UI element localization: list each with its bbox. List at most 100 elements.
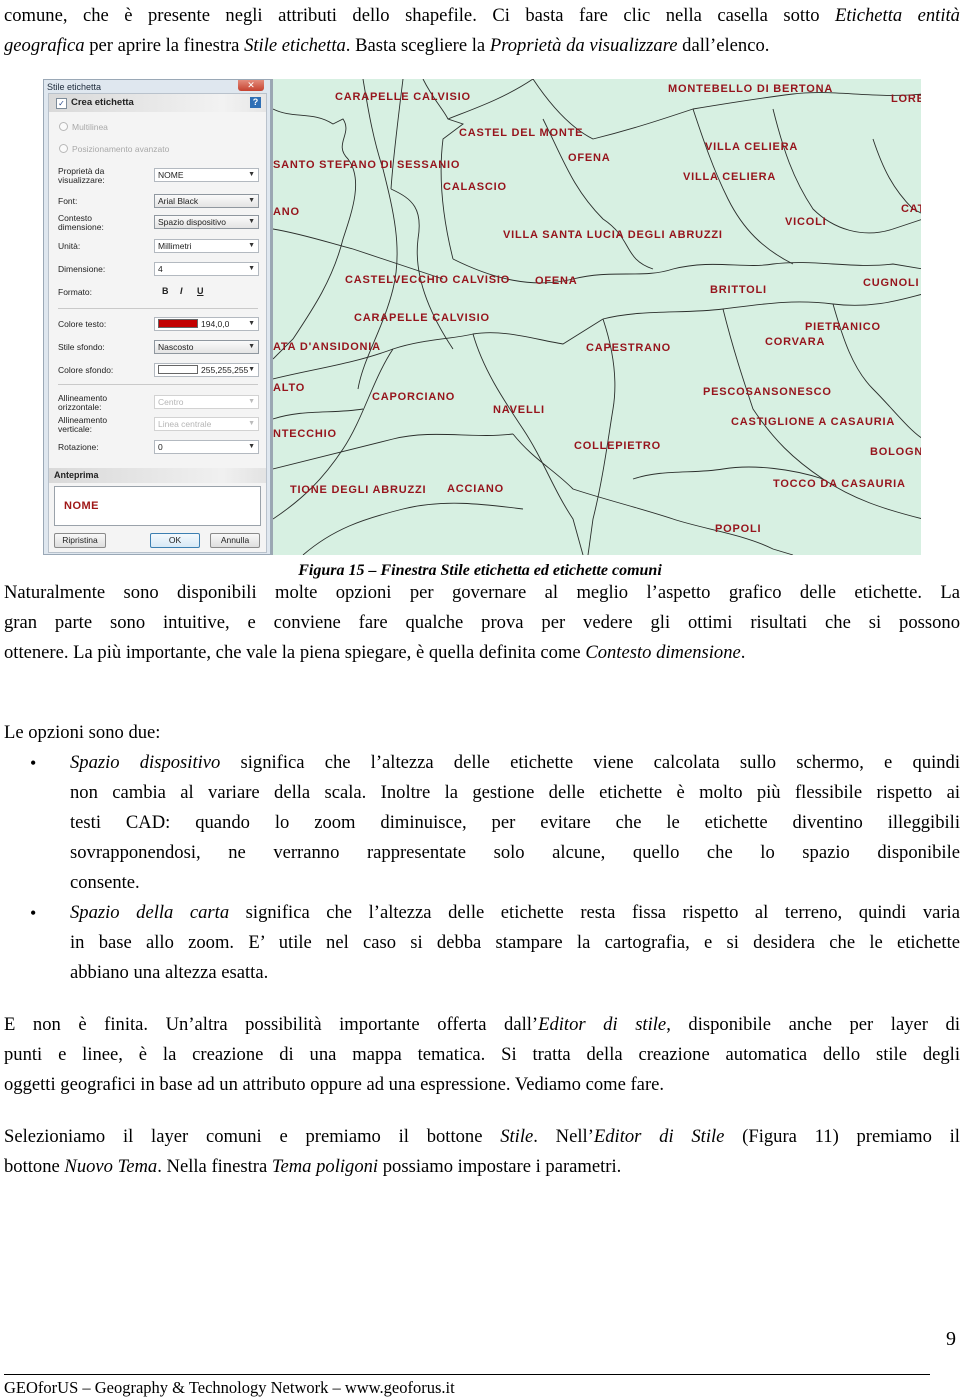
unit-select[interactable]: Millimetri ▼ <box>154 239 259 253</box>
text: significa che l’altezza delle etichette … <box>220 752 960 773</box>
footer-divider <box>4 1374 930 1375</box>
footer: GEOforUS – Geography & Technology Networ… <box>4 1378 455 1397</box>
text: significa che l’altezza delle etichette … <box>229 902 960 923</box>
italic-term: Spazio dispositivo <box>70 752 221 773</box>
town-label: CALASCIO <box>443 181 507 193</box>
bg-color-swatch <box>158 365 198 374</box>
select-value: 4 <box>158 264 163 274</box>
preview-header: Anteprima <box>49 468 266 483</box>
town-label: ANO <box>273 206 300 218</box>
radio-icon <box>59 122 68 131</box>
town-label: TIONE DEGLI ABRUZZI <box>290 484 427 496</box>
font-label: Font: <box>58 196 78 206</box>
para1-line-1: Naturalmente sono disponibili molte opzi… <box>4 582 960 603</box>
town-label: NAVELLI <box>493 404 545 416</box>
reset-button[interactable]: Ripristina <box>54 533 106 548</box>
town-label: ACCIANO <box>447 483 504 495</box>
boundary-line <box>273 108 357 360</box>
italic-term: geografica <box>4 35 85 56</box>
v-align-label: Allineamento verticale: <box>58 415 108 434</box>
bg-color-picker[interactable]: 255,255,255 ▼ <box>154 363 259 377</box>
label-style-dialog: Stile etichetta ✕ ✓ Crea etichetta ? Mul… <box>43 79 271 555</box>
rotation-select[interactable]: 0 ▼ <box>154 440 259 454</box>
town-label: MONTEBELLO DI BERTONA <box>668 83 834 95</box>
bg-color-label: Colore sfondo: <box>58 365 114 375</box>
town-label: CARAPELLE CALVISIO <box>335 91 471 103</box>
town-label: SANTO STEFANO DI SESSANIO <box>273 159 461 171</box>
close-icon[interactable]: ✕ <box>238 80 264 91</box>
bg-style-select[interactable]: Nascosto ▼ <box>154 340 259 354</box>
context-label: Contesto dimensione: <box>58 213 104 232</box>
bullet1-line-4: sovrapponendosi, ne verranno rappresenta… <box>70 842 960 863</box>
text: bottone <box>4 1156 65 1177</box>
chevron-down-icon: ▼ <box>248 218 255 225</box>
create-label-text: Crea etichetta <box>71 97 134 108</box>
size-select[interactable]: 4 ▼ <box>154 262 259 276</box>
map-view[interactable]: CARAPELLE CALVISIO MONTEBELLO DI BERTONA L… <box>271 79 921 555</box>
boundary-line <box>542 118 654 270</box>
town-label: BOLOGN <box>870 446 921 458</box>
unit-label: Unità: <box>58 241 81 251</box>
v-align-select[interactable]: Linea centrale ▼ <box>154 417 259 431</box>
text-color-picker[interactable]: 194,0,0 ▼ <box>154 317 259 331</box>
boundary-line <box>472 333 584 555</box>
property-select[interactable]: NOME ▼ <box>154 168 259 182</box>
italic-term: Nuovo Tema <box>64 1156 158 1177</box>
town-label: COLLEPIETRO <box>574 440 662 452</box>
italic-term: Proprietà da visualizzare <box>489 35 678 56</box>
town-label: VILLA SANTA LUCIA DEGLI ABRUZZI <box>503 229 723 241</box>
bold-button[interactable]: B <box>162 286 169 296</box>
text: Selezioniamo il layer comuni e premiamo … <box>4 1126 501 1147</box>
intro-line-2: geografica per aprire la finestra Stile … <box>4 31 960 61</box>
town-label: CARAPELLE CALVISIO <box>354 312 490 324</box>
boundary-line <box>512 433 794 555</box>
town-label: CASTELVECCHIO CALVISIO <box>345 274 511 286</box>
italic-term: Stile <box>500 1126 534 1147</box>
bullet2-line-2: in base allo zoom. E’ utile nel caso si … <box>70 932 960 953</box>
town-label: CASTEL DEL MONTE <box>459 127 584 139</box>
italic-term: Tema poligoni <box>271 1156 379 1177</box>
radio-multiline[interactable]: Multilinea <box>59 122 108 132</box>
town-label: LORE <box>891 93 921 105</box>
text: . Nell’ <box>533 1126 594 1147</box>
font-select[interactable]: Arial Black ▼ <box>154 194 259 208</box>
town-label: ALTO <box>273 382 306 394</box>
text: ottenere. La più importante, che vale la… <box>4 642 586 663</box>
town-label: BRITTOLI <box>710 284 767 296</box>
text: comune, che è presente negli attributi d… <box>4 5 836 26</box>
town-label: CAPORCIANO <box>372 391 456 403</box>
radio-icon <box>59 144 68 153</box>
para1-line-3: ottenere. La più importante, che vale la… <box>4 638 960 668</box>
select-value: 0 <box>158 442 163 452</box>
select-value: Arial Black <box>158 196 199 206</box>
town-label: CORVARA <box>765 336 826 348</box>
boundary-line <box>587 318 616 555</box>
size-label: Dimensione: <box>58 264 106 274</box>
town-label: VILLA CELIERA <box>705 141 799 153</box>
underline-button[interactable]: U <box>197 286 204 296</box>
cancel-button[interactable]: Annulla <box>210 533 260 548</box>
italic-button[interactable]: I <box>180 286 183 296</box>
town-label: TOCCO DA CASAURIA <box>773 478 906 490</box>
para2-line-3: oggetti geografici in base ad un attribu… <box>4 1074 665 1095</box>
select-value: Centro <box>158 397 184 407</box>
help-icon[interactable]: ? <box>250 97 261 108</box>
bullet1-line-2: non cambia al variare della scala. Inolt… <box>70 782 960 803</box>
para3-line-1: Selezioniamo il layer comuni e premiamo … <box>4 1122 960 1152</box>
radio-label: Multilinea <box>72 122 108 132</box>
text: per aprire la finestra <box>84 35 245 56</box>
bg-style-label: Stile sfondo: <box>58 342 105 352</box>
boundary-line <box>602 294 921 320</box>
chevron-down-icon: ▼ <box>248 398 255 405</box>
radio-advanced-placement[interactable]: Posizionamento avanzato <box>59 144 169 154</box>
select-value: Linea centrale <box>158 419 212 429</box>
h-align-select[interactable]: Centro ▼ <box>154 395 259 409</box>
context-select[interactable]: Spazio dispositivo ▼ <box>154 215 259 229</box>
text: E non è finita. Un’altra possibilità imp… <box>4 1014 539 1035</box>
page-number: 9 <box>946 1328 956 1350</box>
create-label-bar: ✓ Crea etichetta ? <box>49 94 266 112</box>
select-value: Nascosto <box>158 342 194 352</box>
create-label-checkbox[interactable]: ✓ <box>56 98 67 109</box>
italic-term: Stile etichetta <box>244 35 346 56</box>
ok-button[interactable]: OK <box>150 533 200 548</box>
